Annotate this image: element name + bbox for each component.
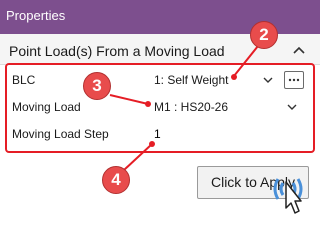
pointer-cursor-icon <box>285 181 302 214</box>
section-title: Point Load(s) From a Moving Load <box>9 43 225 59</box>
highlight-box <box>5 63 315 153</box>
chevron-up-icon[interactable] <box>293 46 305 54</box>
callout-badge-4: 4 <box>102 166 130 194</box>
callout-badge-2: 2 <box>250 21 278 49</box>
callout-badge-3: 3 <box>83 72 111 100</box>
panel-title: Properties <box>6 8 66 23</box>
